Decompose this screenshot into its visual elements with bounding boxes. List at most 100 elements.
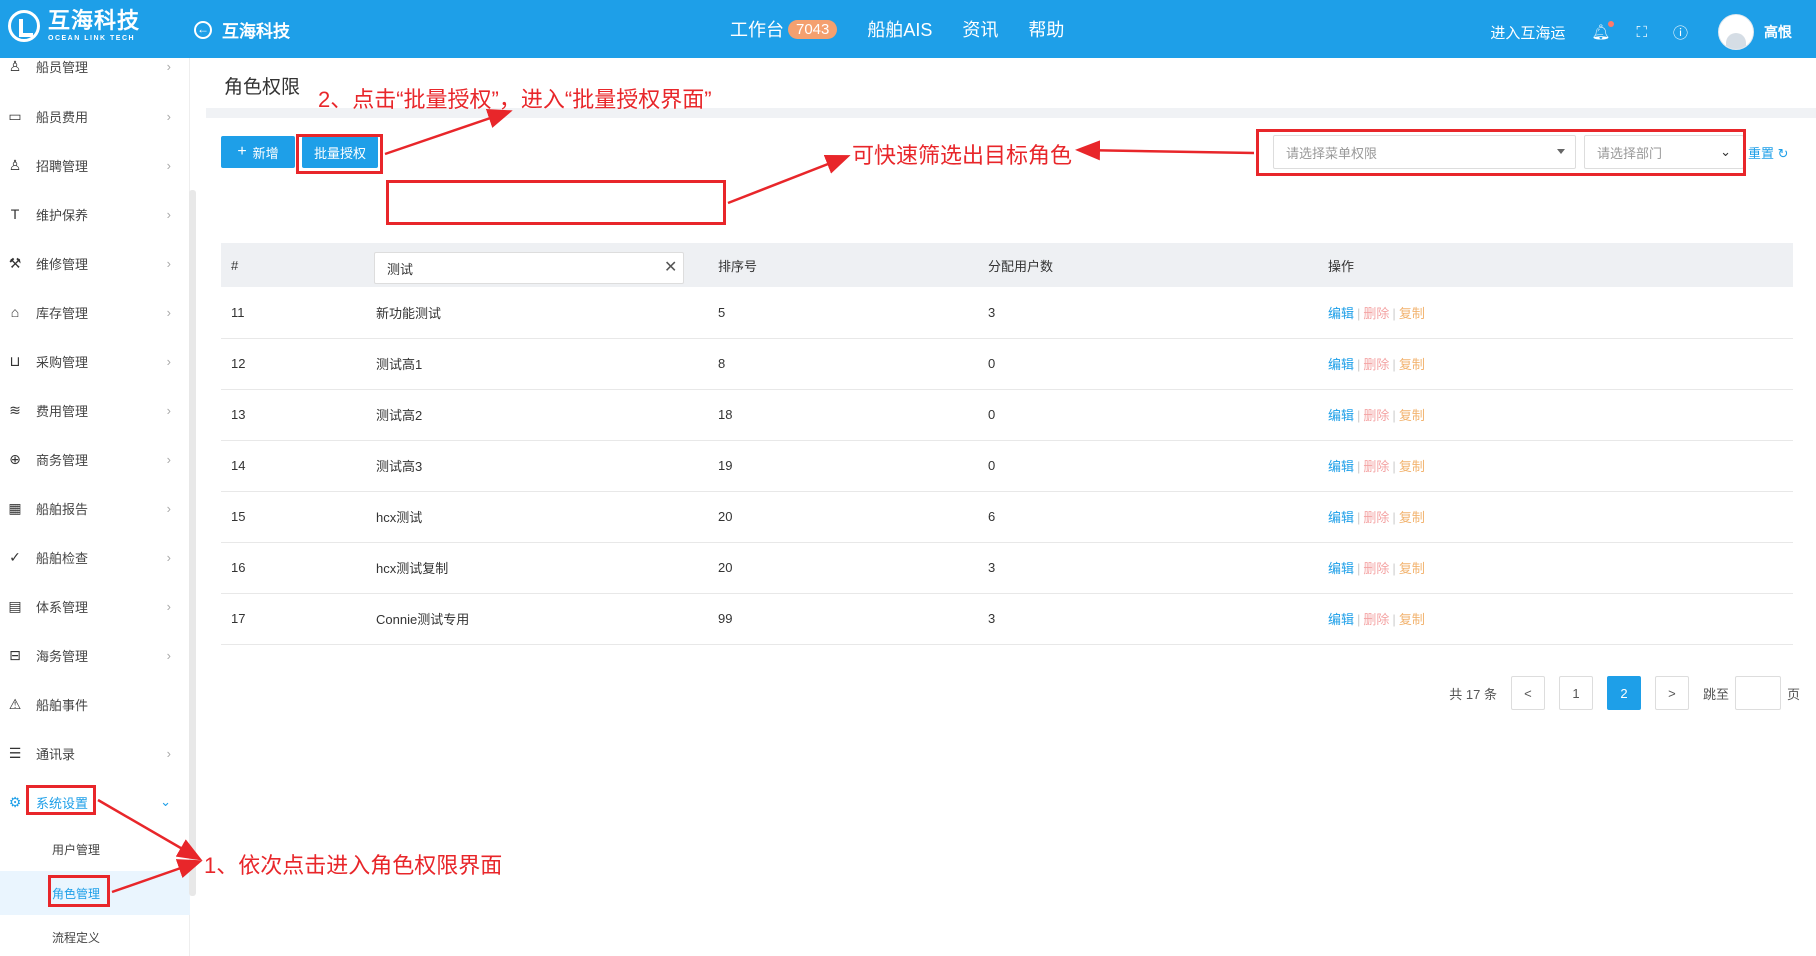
table-row: 12 测试高1 8 0 编辑 | 删除 | 复制: [221, 338, 1793, 390]
separator: |: [1357, 305, 1361, 321]
clear-icon[interactable]: ✕: [664, 257, 677, 277]
sidebar-item-inventory[interactable]: ⌂ 库存管理 ›: [0, 292, 185, 332]
cell-name: hcx测试复制: [366, 542, 708, 594]
chevron-down-icon: ⌄: [1720, 144, 1731, 159]
sidebar-item-ship-inspection[interactable]: ✓ 船舶检查 ›: [0, 537, 185, 577]
role-name-filter-input[interactable]: [374, 252, 684, 284]
sidebar-scrollbar[interactable]: [189, 190, 196, 896]
warning-icon: ⚠: [8, 695, 22, 712]
cell-actions: 编辑 | 删除 | 复制: [1318, 338, 1793, 390]
add-button-label: 新增: [252, 145, 279, 161]
logo[interactable]: 互海科技 OCEAN LINK TECH: [8, 10, 140, 42]
cell-id: 13: [221, 389, 366, 441]
sidebar-item-purchase[interactable]: ⊔ 采购管理 ›: [0, 341, 185, 381]
delete-link[interactable]: 删除: [1363, 306, 1389, 321]
cell-users: 0: [978, 338, 1318, 390]
table-row: 14 测试高3 19 0 编辑 | 删除 | 复制: [221, 440, 1793, 492]
sidebar-item-label: 船舶报告: [36, 501, 89, 517]
department-select[interactable]: 请选择部门 ⌄: [1584, 135, 1744, 169]
cart-icon: ⊔: [9, 352, 21, 369]
table-row: 13 测试高2 18 0 编辑 | 删除 | 复制: [221, 389, 1793, 441]
sidebar: ♙ 船员管理 › ▭ 船员费用 › ♙ 招聘管理 › T 维护保养 › ⚒ 维修管理 › ⌂ 库存管理…: [0, 58, 190, 956]
fullscreen-icon[interactable]: ⛶: [1636, 24, 1647, 41]
nav-ship-ais[interactable]: 船舶AIS: [867, 16, 932, 42]
cell-users: 3: [978, 287, 1318, 339]
edit-link[interactable]: 编辑: [1328, 357, 1354, 372]
sidebar-item-label: 招聘管理: [36, 158, 89, 174]
sidebar-item-crew[interactable]: ♙ 船员管理 ›: [0, 46, 185, 86]
sidebar-item-ship-events[interactable]: ⚠ 船舶事件: [0, 684, 185, 724]
enter-hihaiyun-link[interactable]: 进入互海运: [1490, 22, 1565, 43]
edit-link[interactable]: 编辑: [1328, 612, 1354, 627]
annotation-step2: 2、点击“批量授权”，进入“批量授权界面”: [318, 87, 712, 112]
page-1-button[interactable]: 1: [1558, 676, 1593, 710]
sidebar-item-contacts[interactable]: ☰ 通讯录 ›: [0, 733, 185, 773]
back-label: 互海科技: [222, 22, 290, 41]
edit-link[interactable]: 编辑: [1328, 510, 1354, 525]
separator: |: [1357, 459, 1361, 474]
sidebar-item-label: 商务管理: [36, 452, 89, 468]
col-sort-header: 排序号: [708, 243, 978, 287]
add-button[interactable]: + 新增: [221, 136, 295, 168]
sidebar-subitem-users[interactable]: 用户管理: [0, 827, 190, 871]
sidebar-item-system-docs[interactable]: ▤ 体系管理 ›: [0, 586, 185, 626]
sidebar-item-repair[interactable]: ⚒ 维修管理 ›: [0, 243, 185, 283]
prev-page-button[interactable]: <: [1510, 676, 1545, 710]
delete-link[interactable]: 删除: [1363, 561, 1389, 576]
goto-page-input[interactable]: [1734, 676, 1781, 710]
bell-icon[interactable]: 🔔︎: [1591, 21, 1615, 41]
separator: |: [1392, 510, 1396, 525]
nav-workbench[interactable]: 工作台 7043: [730, 16, 838, 42]
nav-news[interactable]: 资讯: [962, 16, 998, 42]
next-page-button[interactable]: >: [1654, 676, 1689, 710]
separator: |: [1392, 612, 1396, 627]
sidebar-item-label: 维护保养: [36, 207, 89, 223]
cell-id: 15: [221, 491, 366, 543]
sidebar-item-crew-fees[interactable]: ▭ 船员费用 ›: [0, 96, 185, 136]
sidebar-item-ship-reports[interactable]: ▦ 船舶报告 ›: [0, 488, 185, 528]
copy-link[interactable]: 复制: [1399, 612, 1425, 627]
copy-link[interactable]: 复制: [1399, 306, 1425, 321]
sidebar-subitem-label: 用户管理: [52, 842, 101, 857]
sidebar-item-marine[interactable]: ⊟ 海务管理 ›: [0, 635, 185, 675]
sidebar-item-system-settings[interactable]: ⚙ 系统设置 ⌄: [0, 782, 185, 822]
delete-link[interactable]: 删除: [1363, 459, 1389, 474]
separator: |: [1392, 305, 1396, 321]
delete-link[interactable]: 删除: [1363, 408, 1389, 423]
copy-link[interactable]: 复制: [1399, 459, 1425, 474]
reset-button[interactable]: 重置 ↻: [1748, 143, 1789, 162]
sidebar-item-expenses[interactable]: ≋ 费用管理 ›: [0, 390, 185, 430]
table-row: 17 Connie测试专用 99 3 编辑 | 删除 | 复制: [221, 593, 1793, 645]
server-icon: ☰: [8, 744, 22, 761]
page-2-button[interactable]: 2: [1606, 676, 1641, 710]
copy-link[interactable]: 复制: [1399, 408, 1425, 423]
help-icon[interactable]: ⓘ: [1673, 22, 1688, 43]
plus-icon: +: [237, 143, 247, 160]
delete-link[interactable]: 删除: [1363, 357, 1389, 372]
edit-link[interactable]: 编辑: [1328, 459, 1354, 474]
table-row: 15 hcx测试 20 6 编辑 | 删除 | 复制: [221, 491, 1793, 543]
user-name[interactable]: 高恨: [1764, 22, 1792, 42]
sidebar-subitem-roles[interactable]: 角色管理: [0, 871, 190, 915]
delete-link[interactable]: 删除: [1363, 612, 1389, 627]
avatar[interactable]: [1718, 14, 1754, 50]
menu-permission-select[interactable]: 请选择菜单权限: [1273, 135, 1576, 169]
sidebar-item-label: 采购管理: [36, 354, 89, 370]
sidebar-item-business[interactable]: ⊕ 商务管理 ›: [0, 439, 185, 479]
sidebar-item-maintenance[interactable]: T 维护保养 ›: [0, 194, 185, 234]
copy-link[interactable]: 复制: [1399, 510, 1425, 525]
batch-authorize-button[interactable]: 批量授权: [302, 136, 378, 168]
nav-help[interactable]: 帮助: [1028, 16, 1064, 42]
edit-link[interactable]: 编辑: [1328, 561, 1354, 576]
docs-icon: ▤: [8, 597, 22, 614]
copy-link[interactable]: 复制: [1399, 357, 1425, 372]
workbench-badge: 7043: [788, 19, 838, 39]
edit-link[interactable]: 编辑: [1328, 408, 1354, 423]
copy-link[interactable]: 复制: [1399, 561, 1425, 576]
delete-link[interactable]: 删除: [1363, 510, 1389, 525]
chevron-down-icon: ⌄: [160, 794, 171, 809]
sidebar-item-recruit[interactable]: ♙ 招聘管理 ›: [0, 145, 185, 185]
sidebar-subitem-workflow[interactable]: 流程定义: [0, 915, 190, 956]
back-button[interactable]: ← 互海科技: [194, 17, 290, 42]
edit-link[interactable]: 编辑: [1328, 306, 1354, 321]
